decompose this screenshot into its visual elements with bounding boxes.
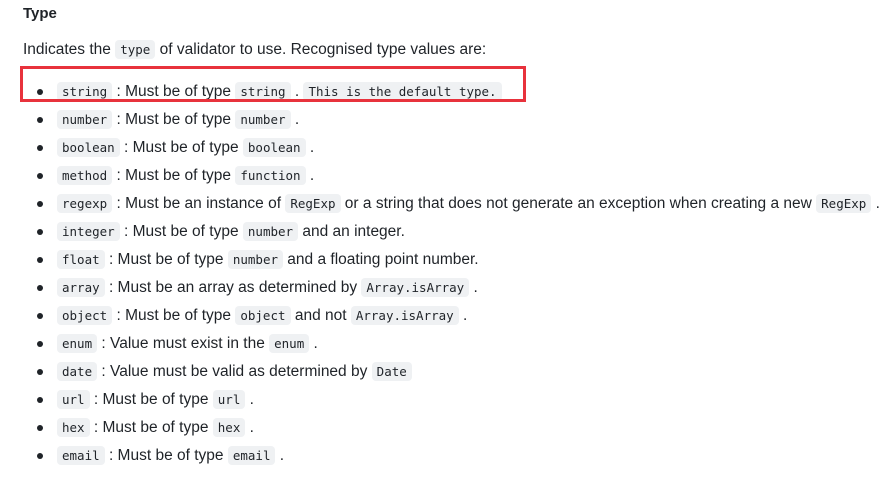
description-text: . [290,111,300,128]
type-values-list: string : Must be of type string . This i… [0,78,880,470]
description-text: or a string that does not generate an ex… [340,195,817,212]
description-text: and an integer. [298,223,405,240]
description-text: . [245,419,254,436]
description-text: : Value must be valid as determined by [97,363,372,380]
list-item-array: array : Must be an array as determined b… [0,274,880,302]
list-item-number: number : Must be of type number . [0,106,880,134]
list-item-regexp: regexp : Must be an instance of RegExp o… [0,190,880,218]
bullet-icon [37,425,43,431]
inline-code: enum [269,334,310,353]
inline-code: function [235,166,306,185]
list-item-date: date : Value must be valid as determined… [0,358,880,386]
type-name-code: object [57,306,113,325]
description-text: : Must be of type [119,223,243,240]
description-text: : Must be an array as determined by [104,279,362,296]
inline-code: number [227,250,283,269]
type-name-code: float [57,250,105,269]
bullet-icon [37,313,43,319]
section-heading: Type [23,5,57,22]
bullet-icon [37,201,43,207]
type-name-code: string [57,82,113,101]
description-text: and not [290,307,351,324]
list-item-object: object : Must be of type object and not … [0,302,880,330]
inline-code: object [235,306,291,325]
description-text: : Must be of type [112,83,236,100]
type-name-code: array [57,278,105,297]
description-text: . [305,167,315,184]
bullet-icon [37,257,43,263]
list-item-method: method : Must be of type function . [0,162,880,190]
bullet-icon [37,145,43,151]
bullet-icon [37,229,43,235]
type-name-code: email [57,446,105,465]
intro-code-type: type [115,40,156,59]
bullet-icon [37,173,43,179]
description-text: . [245,391,254,408]
description-text: . [871,195,880,212]
type-name-code: regexp [57,194,113,213]
bullet-icon [37,453,43,459]
description-text: : Must be of type [89,419,213,436]
bullet-icon [37,285,43,291]
description-text: : Value must exist in the [97,335,270,352]
description-text: : Must be of type [89,391,213,408]
list-item-hex: hex : Must be of type hex . [0,414,880,442]
description-text: . [469,279,478,296]
description-text: : Must be of type [104,251,228,268]
description-text: : Must be of type [104,447,228,464]
intro-paragraph: Indicates the type of validator to use. … [23,40,487,59]
description-text: . [305,139,315,156]
inline-code: number [235,110,291,129]
inline-code: email [227,446,276,465]
inline-code: string [235,82,291,101]
type-name-code: method [57,166,113,185]
type-name-code: url [57,390,90,409]
list-item-email: email : Must be of type email . [0,442,880,470]
description-text: . [309,335,318,352]
intro-text-after: of validator to use. Recognised type val… [159,41,487,58]
description-text: and a floating point number. [283,251,479,268]
description-text: . [458,307,468,324]
inline-code: hex [212,418,246,437]
inline-code: Array.isArray [361,278,470,297]
bullet-icon [37,369,43,375]
list-item-url: url : Must be of type url . [0,386,880,414]
bullet-icon [37,397,43,403]
inline-code: number [242,222,299,241]
bullet-icon [37,117,43,123]
type-name-code: boolean [57,138,120,157]
type-name-code: integer [57,222,120,241]
description-text: : Must be of type [112,111,236,128]
description-text: : Must be of type [112,167,236,184]
description-text: : Must be of type [119,139,243,156]
inline-code: Array.isArray [350,306,459,325]
description-text: . [290,83,304,100]
type-name-code: number [57,110,113,129]
type-name-code: date [57,362,98,381]
list-item-boolean: boolean : Must be of type boolean . [0,134,880,162]
list-item-integer: integer : Must be of type number and an … [0,218,880,246]
inline-code: Date [371,362,412,381]
description-text: : Must be an instance of [112,195,286,212]
list-item-float: float : Must be of type number and a flo… [0,246,880,274]
type-name-code: hex [57,418,90,437]
intro-text-before: Indicates the [23,41,111,58]
bullet-icon [37,89,43,95]
description-text: . [275,447,285,464]
inline-code: boolean [242,138,306,157]
inline-code: RegExp [816,194,872,213]
list-item-enum: enum : Value must exist in the enum . [0,330,880,358]
description-text: : Must be of type [112,307,236,324]
inline-code: RegExp [285,194,341,213]
type-name-code: enum [57,334,98,353]
list-item-string: string : Must be of type string . This i… [0,78,880,106]
bullet-icon [37,341,43,347]
inline-code: url [212,390,246,409]
inline-code: This is the default type. [303,82,502,101]
